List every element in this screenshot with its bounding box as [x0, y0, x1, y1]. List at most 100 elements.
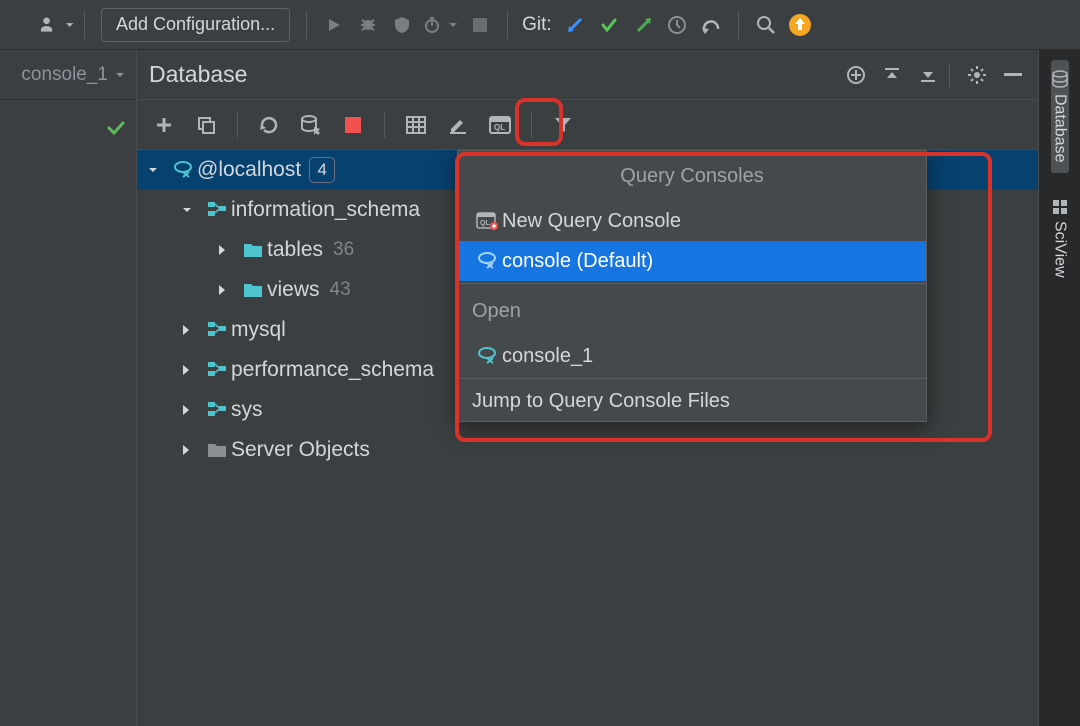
database-tool-window: Database [137, 50, 1038, 726]
folder-icon [203, 442, 231, 458]
popup-separator [458, 378, 926, 379]
main-toolbar: Add Configuration... Git: [0, 0, 1080, 50]
tree-node-badge: 4 [309, 157, 335, 183]
filter-button[interactable] [546, 108, 580, 142]
expand-all-button[interactable] [913, 60, 943, 90]
database-panel-toolbar: QL [137, 100, 1038, 150]
toolbar-separator [306, 11, 307, 39]
popup-item-label: New Query Console [502, 202, 681, 240]
git-push-button[interactable] [626, 8, 660, 42]
expand-icon[interactable] [181, 324, 203, 336]
git-history-button[interactable] [660, 8, 694, 42]
expand-icon[interactable] [181, 204, 203, 216]
database-icon [1051, 70, 1069, 88]
collapse-all-button[interactable] [877, 60, 907, 90]
folder-icon [239, 282, 267, 298]
ide-update-button[interactable] [783, 8, 817, 42]
popup-item-new-console[interactable]: QL New Query Console [458, 201, 926, 241]
new-button[interactable] [147, 108, 181, 142]
query-console-button[interactable]: QL [483, 108, 517, 142]
schema-icon [203, 361, 231, 379]
expand-icon[interactable] [147, 164, 169, 176]
expand-icon[interactable] [181, 444, 203, 456]
editor-tab[interactable]: console_1 [0, 50, 136, 100]
popup-header: Query Consoles [458, 151, 926, 201]
popup-item-jump-to-files[interactable]: Jump to Query Console Files [458, 381, 926, 421]
schema-icon [203, 321, 231, 339]
svg-text:QL: QL [494, 123, 505, 132]
schema-icon [203, 401, 231, 419]
coverage-button[interactable] [385, 8, 419, 42]
user-dropdown-button[interactable] [40, 8, 74, 42]
edit-button[interactable] [441, 108, 475, 142]
toolbar-separator [384, 112, 385, 138]
deactivate-button[interactable] [336, 108, 370, 142]
popup-item-label: console_1 [502, 337, 593, 375]
run-configuration-button[interactable]: Add Configuration... [101, 8, 290, 42]
side-tab-sciview[interactable]: SciView [1051, 189, 1069, 288]
profile-button[interactable] [419, 8, 463, 42]
editor-gutter-strip: console_1 [0, 50, 137, 726]
datasource-properties-button[interactable] [294, 108, 328, 142]
toolbar-separator [531, 112, 532, 138]
panel-separator [949, 63, 950, 87]
search-everywhere-button[interactable] [749, 8, 783, 42]
expand-icon[interactable] [181, 404, 203, 416]
popup-item-label: console (Default) [502, 242, 653, 280]
git-label: Git: [522, 14, 552, 36]
run-configuration-label: Add Configuration... [116, 14, 275, 35]
tree-node-label: sys [231, 391, 263, 429]
debug-button[interactable] [351, 8, 385, 42]
datasource-icon [169, 159, 197, 181]
popup-item-console[interactable]: console_1 [458, 336, 926, 376]
tree-node-count: 36 [333, 231, 354, 269]
tree-node-label: tables [267, 231, 323, 269]
editor-gutter [0, 100, 136, 726]
tree-node-label: @localhost [197, 151, 301, 189]
duplicate-button[interactable] [189, 108, 223, 142]
stop-button[interactable] [463, 8, 497, 42]
toolbar-separator [237, 112, 238, 138]
editor-tab-label: console_1 [21, 64, 108, 86]
table-view-button[interactable] [399, 108, 433, 142]
git-rollback-button[interactable] [694, 8, 728, 42]
popup-separator [458, 283, 926, 284]
new-console-icon: QL [472, 212, 502, 230]
query-consoles-popup: Query Consoles QL New Query Console cons… [457, 150, 927, 422]
settings-button[interactable] [962, 60, 992, 90]
hide-panel-button[interactable] [998, 60, 1028, 90]
svg-text:QL: QL [480, 220, 490, 227]
schema-icon [203, 201, 231, 219]
side-tab-database[interactable]: Database [1051, 60, 1069, 173]
sciview-icon [1052, 199, 1068, 215]
tree-node-label: information_schema [231, 191, 420, 229]
expand-icon[interactable] [181, 364, 203, 376]
add-datasource-button[interactable] [841, 60, 871, 90]
popup-item-label: Jump to Query Console Files [472, 382, 730, 420]
side-tab-label: Database [1051, 94, 1069, 163]
tree-node-label: Server Objects [231, 431, 370, 469]
database-panel-header: Database [137, 50, 1038, 100]
database-panel-title: Database [149, 61, 247, 88]
git-update-button[interactable] [558, 8, 592, 42]
folder-icon [239, 242, 267, 258]
side-tab-label: SciView [1051, 221, 1069, 278]
popup-section-open: Open [458, 286, 926, 336]
tree-node-label: mysql [231, 311, 286, 349]
popup-item-default-console[interactable]: console (Default) [458, 241, 926, 281]
console-icon [472, 345, 502, 367]
tree-node-server-objects[interactable]: Server Objects [137, 430, 1038, 470]
toolbar-separator [738, 11, 739, 39]
tree-node-label: views [267, 271, 320, 309]
right-tool-strip: Database SciView [1038, 50, 1080, 726]
expand-icon[interactable] [217, 244, 239, 256]
database-tree[interactable]: @localhost 4 information_schema [137, 150, 1038, 726]
checkmark-icon [106, 118, 126, 138]
toolbar-separator [84, 11, 85, 39]
expand-icon[interactable] [217, 284, 239, 296]
refresh-button[interactable] [252, 108, 286, 142]
run-button[interactable] [317, 8, 351, 42]
console-icon [472, 250, 502, 272]
git-commit-button[interactable] [592, 8, 626, 42]
toolbar-separator [507, 11, 508, 39]
